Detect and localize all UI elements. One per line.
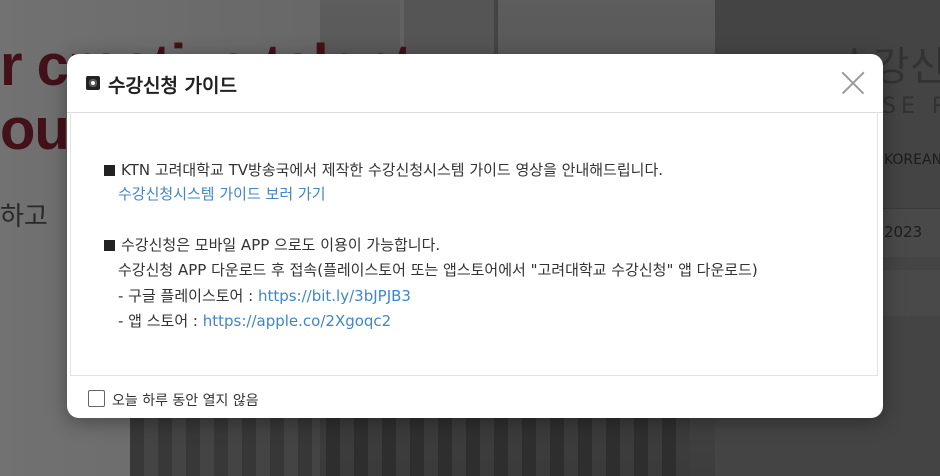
square-bullet-icon [104, 165, 115, 176]
play-store-row: - 구글 플레이스토어 : https://bit.ly/3bJPJB3 [118, 286, 411, 306]
circle-square-icon [86, 76, 100, 90]
modal-footer: 오늘 하루 동안 열지 않음 [67, 376, 883, 418]
app-notice-text: 수강신청은 모바일 APP 으로도 이용이 가능합니다. [121, 236, 441, 254]
guide-notice: KTN 고려대학교 TV방송국에서 제작한 수강신청시스템 가이드 영상을 안내… [104, 160, 663, 180]
guide-modal: 수강신청 가이드 KTN 고려대학교 TV방송국에서 제작한 수강신청시스템 가… [67, 54, 883, 418]
guide-video-link[interactable]: 수강신청시스템 가이드 보러 가기 [118, 185, 326, 203]
modal-title: 수강신청 가이드 [108, 75, 237, 97]
play-store-label: - 구글 플레이스토어 : [118, 287, 258, 305]
app-store-row: - 앱 스토어 : https://apple.co/2Xgoqc2 [118, 311, 391, 331]
app-store-link[interactable]: https://apple.co/2Xgoqc2 [203, 312, 391, 330]
modal-body: KTN 고려대학교 TV방송국에서 제작한 수강신청시스템 가이드 영상을 안내… [70, 112, 878, 376]
app-download-detail: 수강신청 APP 다운로드 후 접속(플레이스토어 또는 앱스토어에서 "고려대… [118, 261, 758, 279]
dont-show-today-label[interactable]: 오늘 하루 동안 열지 않음 [112, 390, 259, 410]
modal-header: 수강신청 가이드 [67, 54, 883, 113]
close-icon[interactable] [839, 69, 867, 97]
play-store-link[interactable]: https://bit.ly/3bJPJB3 [258, 287, 411, 305]
square-bullet-icon [104, 240, 115, 251]
guide-notice-text: KTN 고려대학교 TV방송국에서 제작한 수강신청시스템 가이드 영상을 안내… [121, 161, 664, 179]
dont-show-today-checkbox[interactable] [88, 390, 105, 407]
guide-link-row: 수강신청시스템 가이드 보러 가기 [118, 184, 326, 204]
app-store-label: - 앱 스토어 : [118, 312, 203, 330]
app-notice: 수강신청은 모바일 APP 으로도 이용이 가능합니다. [104, 235, 440, 255]
